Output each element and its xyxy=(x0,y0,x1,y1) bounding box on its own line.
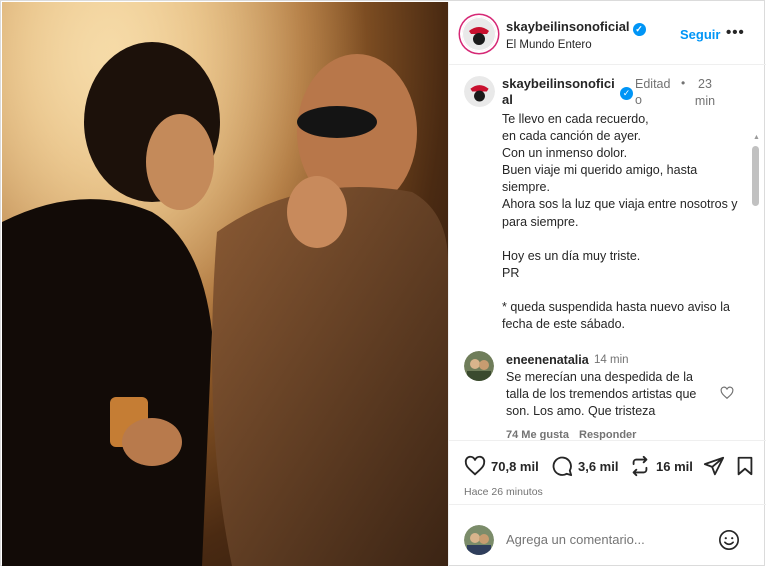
post-timestamp[interactable]: Hace 26 minutos xyxy=(464,486,543,498)
comment-count[interactable]: 3,6 mil xyxy=(578,459,618,474)
comment-button[interactable]: 3,6 mil xyxy=(551,454,618,478)
heart-icon[interactable] xyxy=(464,455,486,477)
commenter-username[interactable]: eneenenatalia xyxy=(506,353,589,367)
paper-plane-icon[interactable] xyxy=(703,455,725,477)
author-username[interactable]: skaybeilinsonoficial ✓ xyxy=(506,19,646,36)
comment-text: Se merecían una despedida de la talla de… xyxy=(506,370,697,418)
post-photo[interactable] xyxy=(2,2,448,566)
comment-time[interactable]: 14 min xyxy=(594,354,629,366)
like-button[interactable]: 70,8 mil xyxy=(464,454,539,478)
caption-time[interactable]: 23 min xyxy=(690,76,720,110)
current-user-avatar xyxy=(464,525,494,555)
author-avatar[interactable] xyxy=(462,17,496,51)
comment-composer xyxy=(449,504,766,566)
like-count[interactable]: 70,8 mil xyxy=(491,459,539,474)
comment-likes[interactable]: 74 Me gusta xyxy=(506,429,569,440)
save-button[interactable] xyxy=(734,454,756,478)
comment-input[interactable] xyxy=(506,532,706,547)
comment-heart-icon[interactable] xyxy=(720,386,734,400)
emoji-icon[interactable] xyxy=(718,529,740,551)
post-actions-bar: 70,8 mil 3,6 mil 16 mil Hace 26 minutos xyxy=(449,440,766,504)
share-button[interactable] xyxy=(703,454,725,478)
caption-author-avatar[interactable] xyxy=(464,76,495,107)
repost-icon[interactable] xyxy=(629,455,651,477)
verified-badge-icon: ✓ xyxy=(620,87,633,100)
verified-badge-icon: ✓ xyxy=(632,23,646,36)
scrollbar-thumb[interactable] xyxy=(752,146,759,206)
more-dots-icon[interactable]: ••• xyxy=(726,24,745,41)
caption-separator: • xyxy=(681,76,686,90)
comments-section[interactable]: skaybeilinsonoficial ✓ Editado • 23 min … xyxy=(449,66,766,440)
comment-reply-button[interactable]: Responder xyxy=(579,429,636,440)
follow-button[interactable]: Seguir xyxy=(680,27,720,42)
post-location[interactable]: El Mundo Entero xyxy=(506,39,592,51)
commenter-avatar[interactable] xyxy=(464,351,494,381)
bookmark-icon[interactable] xyxy=(734,455,756,477)
post-photo-illustration xyxy=(2,2,448,566)
post-side-panel: skaybeilinsonoficial ✓ El Mundo Entero Se… xyxy=(448,2,766,566)
scroll-up-arrow-icon[interactable]: ▲ xyxy=(753,134,760,141)
comment-bubble-icon[interactable] xyxy=(551,455,573,477)
instagram-post-modal: skaybeilinsonoficial ✓ El Mundo Entero Se… xyxy=(0,0,766,566)
author-username-text[interactable]: skaybeilinsonoficial xyxy=(506,19,630,34)
caption-text: Te llevo en cada recuerdo, en cada canci… xyxy=(502,112,738,332)
repost-button[interactable]: 16 mil xyxy=(629,454,693,478)
repost-count[interactable]: 16 mil xyxy=(656,459,693,474)
caption-edited-label: Editado xyxy=(635,77,671,107)
caption-username[interactable]: skaybeilinsonoficial xyxy=(502,76,617,108)
post-header: skaybeilinsonoficial ✓ El Mundo Entero Se… xyxy=(449,2,766,65)
